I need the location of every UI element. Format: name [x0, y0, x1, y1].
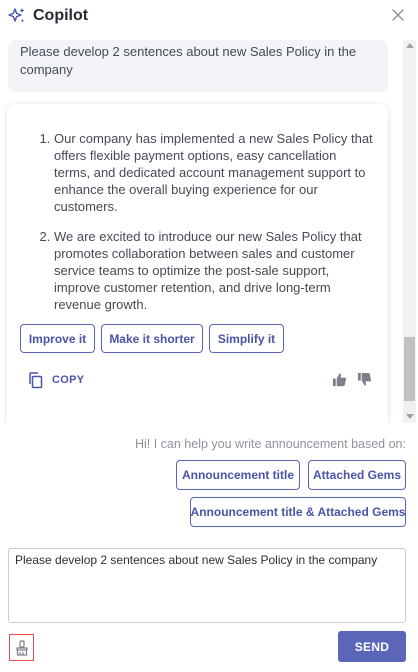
scroll-up-arrow-icon[interactable] [406, 43, 414, 48]
chat-scrollbar[interactable] [403, 40, 416, 423]
send-button[interactable]: SEND [338, 631, 406, 662]
copy-icon [29, 372, 43, 389]
copilot-header: Copilot [0, 0, 418, 34]
copy-button[interactable]: COPY [27, 371, 84, 389]
thumbs-down-icon[interactable] [357, 372, 372, 387]
scroll-down-arrow-icon[interactable] [406, 414, 414, 419]
copy-label: COPY [52, 374, 85, 386]
improve-it-button[interactable]: Improve it [20, 324, 95, 353]
reply-item: We are excited to introduce our new Sale… [54, 228, 374, 313]
assistant-hint: Hi! I can help you write announcement ba… [134, 437, 406, 451]
simplify-it-button[interactable]: Simplify it [209, 324, 284, 353]
suggestion-announcement-title[interactable]: Announcement title [176, 460, 300, 490]
thumbs-up-icon[interactable] [332, 372, 347, 387]
reply-item: Our company has implemented a new Sales … [54, 130, 374, 215]
feedback-buttons [332, 372, 372, 387]
scrollbar-thumb[interactable] [404, 337, 415, 401]
assistant-reply-card: Our company has implemented a new Sales … [7, 104, 388, 423]
reply-actions: Improve it Make it shorter Simplify it [20, 324, 284, 353]
make-it-shorter-button[interactable]: Make it shorter [101, 324, 203, 353]
sparkle-icon [8, 8, 25, 23]
chat-thread[interactable]: Please develop 2 sentences about new Sal… [0, 40, 400, 423]
panel-title: Copilot [33, 7, 89, 24]
suggestion-attached-gems[interactable]: Attached Gems [308, 460, 406, 490]
close-icon[interactable] [391, 8, 405, 22]
brush-icon [15, 639, 28, 656]
suggestion-title-and-gems[interactable]: Announcement title & Attached Gems [190, 497, 406, 527]
user-message-bubble: Please develop 2 sentences about new Sal… [8, 40, 388, 92]
reply-list: Our company has implemented a new Sales … [34, 130, 374, 326]
prompt-input[interactable] [8, 548, 406, 623]
clear-button[interactable] [9, 634, 34, 661]
